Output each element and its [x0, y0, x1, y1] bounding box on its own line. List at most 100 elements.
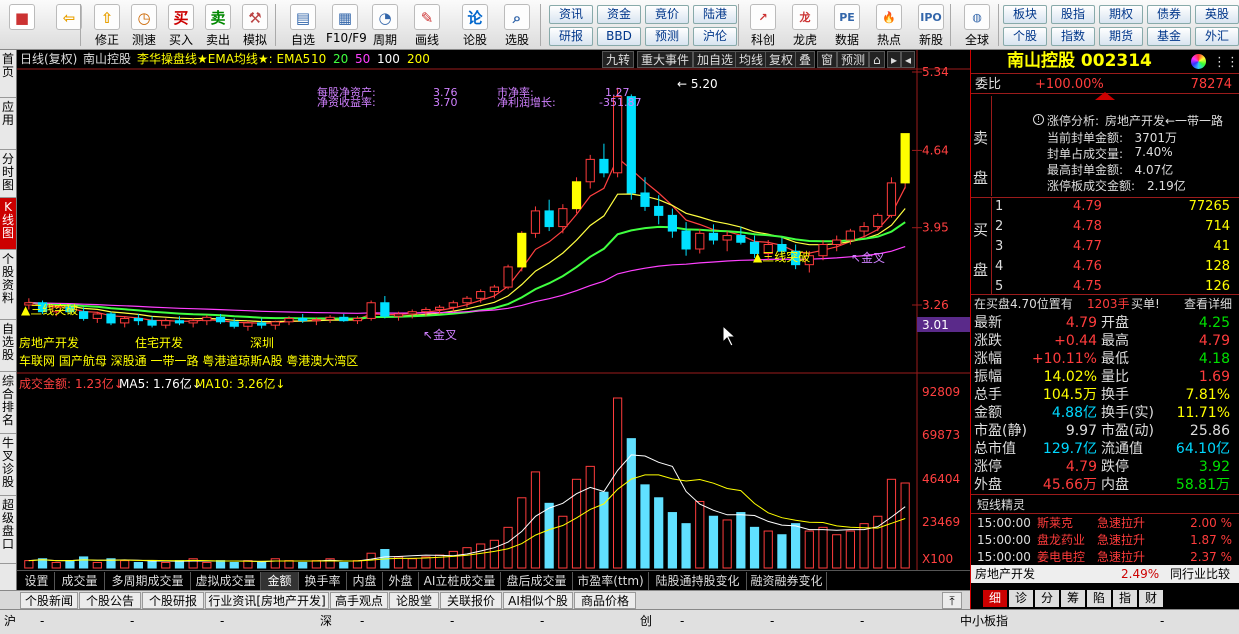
toolbar-market-指数[interactable]: 指数	[1051, 27, 1095, 46]
info-tab-0[interactable]: 个股新闻	[20, 592, 78, 609]
chart-header-button-4[interactable]: 复权	[765, 51, 798, 68]
candle[interactable]	[640, 177, 650, 211]
toolbar-button-3[interactable]: ◷ 测速	[125, 2, 163, 48]
candle[interactable]	[681, 222, 691, 256]
candle[interactable]	[366, 300, 376, 321]
candle[interactable]	[571, 177, 582, 214]
panel-tab-1[interactable]: 诊	[1009, 590, 1033, 607]
chart-header-button-7[interactable]: 预测	[837, 51, 870, 68]
collapse-up-icon[interactable]: ⤒	[942, 592, 962, 609]
kline-chart-area[interactable]: 5.34 4.64 3.95 3.26 3.01 每股净资产: 3.76 净资收益率: 3.70…	[17, 50, 970, 570]
candle[interactable]	[120, 316, 130, 328]
candle[interactable]	[257, 318, 267, 329]
candle[interactable]	[202, 315, 212, 326]
toolbar-button-7[interactable]: ▤ 自选	[284, 2, 322, 48]
left-tab-6[interactable]: 综合排名	[0, 372, 16, 434]
candle[interactable]	[530, 206, 541, 238]
chevron-right-icon[interactable]: ▸	[887, 51, 902, 68]
candle[interactable]	[106, 311, 116, 326]
view-detail-link[interactable]: 查看详细	[1184, 295, 1232, 313]
toolbar-market-期货[interactable]: 期货	[1099, 27, 1143, 46]
candle[interactable]	[667, 208, 677, 238]
chevron-left-icon[interactable]: ◂	[901, 51, 916, 68]
chart-header-button-6[interactable]: 窗	[817, 51, 838, 68]
left-tab-4[interactable]: 个股资料	[0, 250, 16, 320]
candle[interactable]	[818, 240, 828, 261]
toolbar-market-英股[interactable]: 英股	[1195, 5, 1239, 24]
candle[interactable]	[900, 133, 910, 189]
indicator-tab-11[interactable]: 陆股通持股变化	[649, 572, 747, 590]
buy-level-row[interactable]: 3 4.77 41	[971, 238, 1239, 256]
candle[interactable]	[654, 195, 664, 225]
indicator-tab-0[interactable]: 设置	[19, 572, 55, 590]
toolbar-market-期权[interactable]: 期权	[1099, 5, 1143, 24]
toolbar-button-10[interactable]: ✎ 画线	[408, 2, 446, 48]
short-term-item[interactable]: 15:00:00 斯莱克 急速拉升 2.00 %	[971, 515, 1239, 532]
toolbar-button2-2[interactable]: PE 数据	[828, 2, 866, 48]
toolbar-market-个股[interactable]: 个股	[1003, 27, 1047, 46]
toolbar-button-1[interactable]: ⇦	[50, 2, 88, 48]
info-tab-4[interactable]: 高手观点	[330, 592, 388, 609]
candle[interactable]	[873, 213, 883, 232]
left-tab-0[interactable]: 首页	[0, 50, 16, 98]
candle[interactable]	[503, 264, 513, 290]
toolbar-small-陆港[interactable]: 陆港	[693, 5, 737, 24]
toolbar-market-外汇[interactable]: 外汇	[1195, 27, 1239, 46]
info-tab-7[interactable]: AI相似个股	[503, 592, 573, 609]
info-circle-icon[interactable]: !	[1033, 114, 1044, 125]
price-chart-svg[interactable]: 5.344.643.953.263.01每股净资产: 3.76净资收益率: 3.70…	[17, 50, 970, 570]
toolbar-small-预测[interactable]: 预测	[645, 27, 689, 46]
short-term-item[interactable]: 15:00:00 姜电电控 急速拉升 2.37 %	[971, 549, 1239, 566]
info-tab-6[interactable]: 关联报价	[440, 592, 502, 609]
candle[interactable]	[599, 143, 609, 178]
indicator-tab-12[interactable]: 融资融券变化	[747, 572, 827, 590]
toolbar-button-9[interactable]: ◔ 周期	[366, 2, 404, 48]
candle[interactable]	[832, 235, 842, 252]
chart-header-button-3[interactable]: 均线	[735, 51, 768, 68]
buy-level-row[interactable]: 2 4.78 714	[971, 218, 1239, 236]
indicator-tab-9[interactable]: 盘后成交量	[501, 572, 573, 590]
candle[interactable]	[270, 320, 280, 330]
toolbar-button2-3[interactable]: 🔥 热点	[870, 2, 908, 48]
left-tab-2[interactable]: 分时图	[0, 150, 16, 198]
toolbar-market-板块[interactable]: 板块	[1003, 5, 1047, 24]
buy-level-row[interactable]: 4 4.76 128	[971, 258, 1239, 276]
limit-sector[interactable]: 房地产开发←一带一路	[1105, 112, 1223, 129]
info-tab-1[interactable]: 个股公告	[79, 592, 141, 609]
candle[interactable]	[544, 199, 554, 232]
toolbar-market-债券[interactable]: 债券	[1147, 5, 1191, 24]
toolbar-small-研报[interactable]: 研报	[549, 27, 593, 46]
indicator-tab-2[interactable]: 多周期成交量	[105, 572, 191, 590]
indicator-tab-4[interactable]: 金额	[261, 572, 299, 590]
toolbar-button-11[interactable]: 论论股	[456, 2, 494, 48]
toolbar-button2-0[interactable]: ↗ 科创	[744, 2, 782, 48]
candle[interactable]	[558, 204, 568, 234]
period-label[interactable]: 日线(复权)	[20, 50, 77, 69]
panel-tab-5[interactable]: 指	[1113, 590, 1137, 607]
toolbar-market-基金[interactable]: 基金	[1147, 27, 1191, 46]
toolbar-button-0[interactable]: ■	[3, 2, 41, 48]
chart-header-button-1[interactable]: 重大事件	[637, 51, 694, 68]
left-tab-8[interactable]: 超级盘口	[0, 496, 16, 564]
indicator-tab-7[interactable]: 外盘	[383, 572, 419, 590]
candle[interactable]	[886, 177, 897, 218]
candle[interactable]	[339, 313, 349, 322]
panel-tab-3[interactable]: 筹	[1061, 590, 1085, 607]
toolbar-button2-4[interactable]: IPO 新股	[912, 2, 950, 48]
indicator-tab-10[interactable]: 市盈率(ttm)	[573, 572, 649, 590]
grid-icon[interactable]: ⋮⋮	[1213, 54, 1239, 72]
panel-tab-0[interactable]: 细	[983, 590, 1007, 607]
toolbar-button-8[interactable]: ▦ F10/F9	[326, 2, 367, 48]
candle[interactable]	[79, 307, 89, 321]
indicator-name[interactable]: 李华操盘线	[137, 50, 197, 69]
toolbar-button-5[interactable]: 卖卖出	[199, 2, 237, 48]
candle[interactable]	[147, 316, 157, 328]
toolbar-button2-1[interactable]: 龙龙虎	[786, 2, 824, 48]
info-tab-8[interactable]: 商品价格	[574, 592, 636, 609]
toolbar-small-竟价[interactable]: 竟价	[645, 5, 689, 24]
panel-tab-4[interactable]: 陷	[1087, 590, 1111, 607]
industry-row[interactable]: 房地产开发 2.49% 同行业比较	[971, 565, 1239, 583]
color-wheel-icon[interactable]	[1191, 54, 1206, 69]
toolbar-button-4[interactable]: 买买入	[162, 2, 200, 48]
candle[interactable]	[517, 231, 527, 272]
